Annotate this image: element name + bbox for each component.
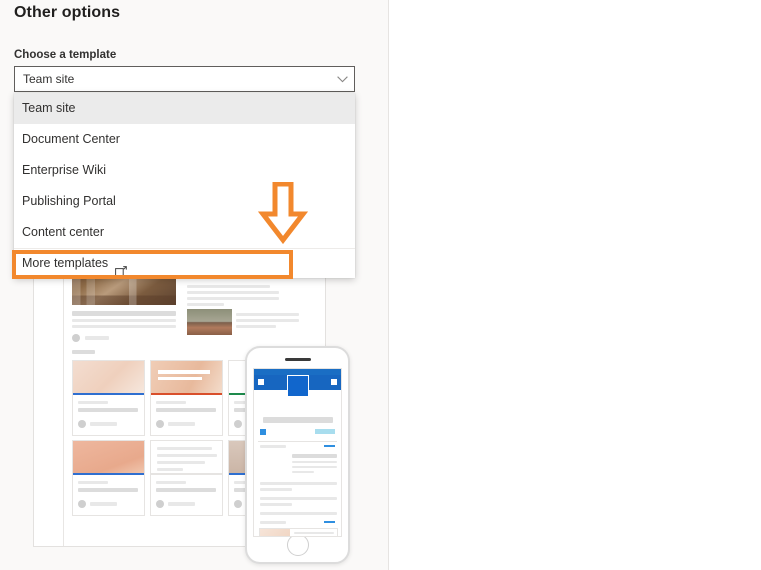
- option-label: Document Center: [22, 132, 120, 146]
- template-combobox-value: Team site: [15, 72, 330, 86]
- option-label: Content center: [22, 225, 104, 239]
- mobile-phone-site-mockup: [245, 346, 350, 564]
- phone-home-button: [287, 534, 309, 556]
- dropdown-option-document-center[interactable]: Document Center: [14, 124, 355, 155]
- phone-speaker: [285, 358, 311, 361]
- phone-site-logo: [287, 375, 309, 397]
- mockup-tile: [150, 440, 223, 516]
- open-in-new-window-icon: [115, 258, 127, 269]
- dropdown-option-more-templates[interactable]: More templates: [14, 248, 355, 278]
- option-label: Enterprise Wiki: [22, 163, 106, 177]
- chevron-down-icon: [330, 76, 354, 83]
- phone-screen: [253, 368, 342, 537]
- choose-template-label: Choose a template: [14, 49, 116, 61]
- site-preview-illustration: [33, 256, 353, 556]
- mockup-tile: [72, 440, 145, 516]
- mockup-tile: [72, 360, 145, 436]
- mockup-thumb-2: [187, 309, 232, 335]
- option-label: Publishing Portal: [22, 194, 116, 208]
- option-label: More templates: [22, 248, 108, 279]
- template-combobox[interactable]: Team site: [14, 66, 355, 92]
- right-form-panel: Site name * Primary administrator * Sele…: [389, 0, 761, 570]
- left-panel: Other options Choose a template Team sit…: [0, 0, 389, 570]
- mockup-left-rail: [34, 257, 64, 546]
- page-title: Other options: [14, 4, 120, 22]
- down-arrow-callout-icon: [258, 182, 308, 244]
- option-label: Team site: [22, 101, 76, 115]
- dropdown-option-team-site[interactable]: Team site: [14, 93, 355, 124]
- mockup-tile: [150, 360, 223, 436]
- other-options-dialog: Other options Choose a template Team sit…: [0, 0, 761, 570]
